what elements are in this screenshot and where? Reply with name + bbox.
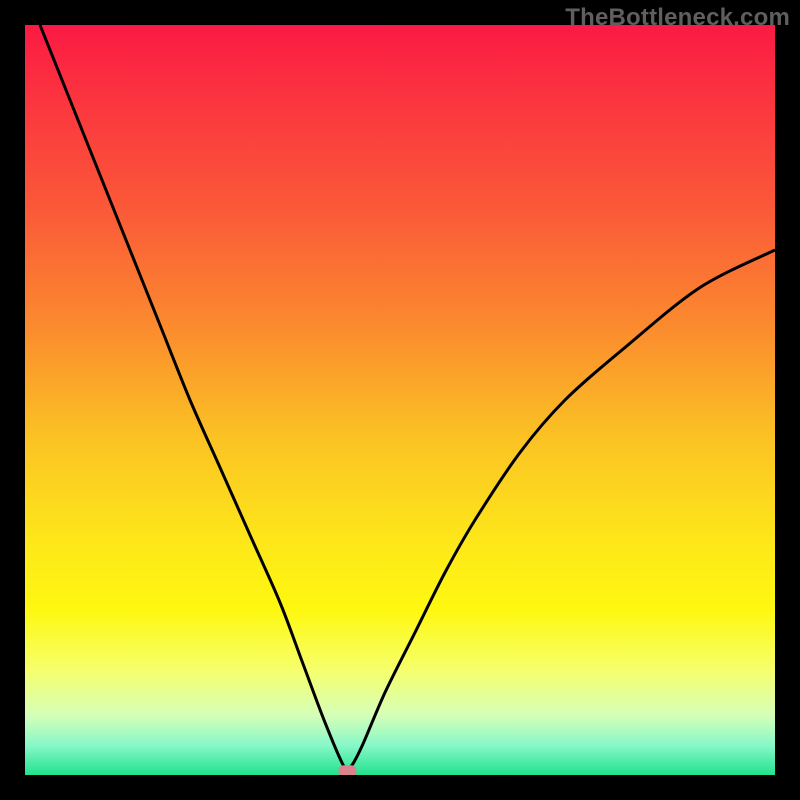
minimum-marker	[339, 765, 357, 775]
chart-frame: TheBottleneck.com	[0, 0, 800, 800]
watermark-text: TheBottleneck.com	[565, 4, 790, 32]
plot-area	[25, 25, 775, 775]
chart-svg	[25, 25, 775, 775]
